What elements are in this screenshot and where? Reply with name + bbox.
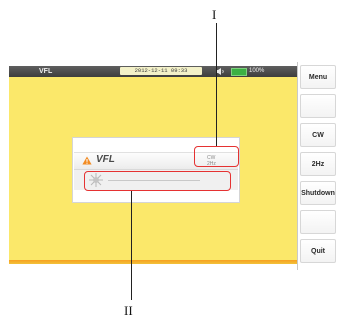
battery-icon [231,68,247,76]
datetime-display: 2012-12-11 09:33 [120,67,202,75]
status-bar: VFL 2012-12-11 09:33 100% [9,66,297,77]
dialog-title: VFL [96,154,115,165]
menu-button[interactable]: Menu [300,65,336,89]
callout-box-mode [194,146,239,167]
quit-button[interactable]: Quit [300,239,336,263]
callout-box-laser [84,171,231,191]
app-name: VFL [39,68,53,75]
cw-button[interactable]: CW [300,123,336,147]
callout-line-top [216,23,217,146]
callout-label-bottom: II [124,303,133,318]
blank-softkey-2[interactable] [300,210,336,234]
shutdown-button[interactable]: Shutdown [300,181,336,205]
battery-percent: 100% [249,68,265,74]
callout-line-bottom [131,191,132,300]
blank-softkey-1[interactable] [300,94,336,118]
2hz-button[interactable]: 2Hz [300,152,336,176]
warning-icon [82,156,92,165]
screen-bottom-bar [9,260,297,264]
callout-label-top: I [212,7,217,22]
softkey-sidebar: Menu CW 2Hz Shutdown Quit [297,62,337,270]
